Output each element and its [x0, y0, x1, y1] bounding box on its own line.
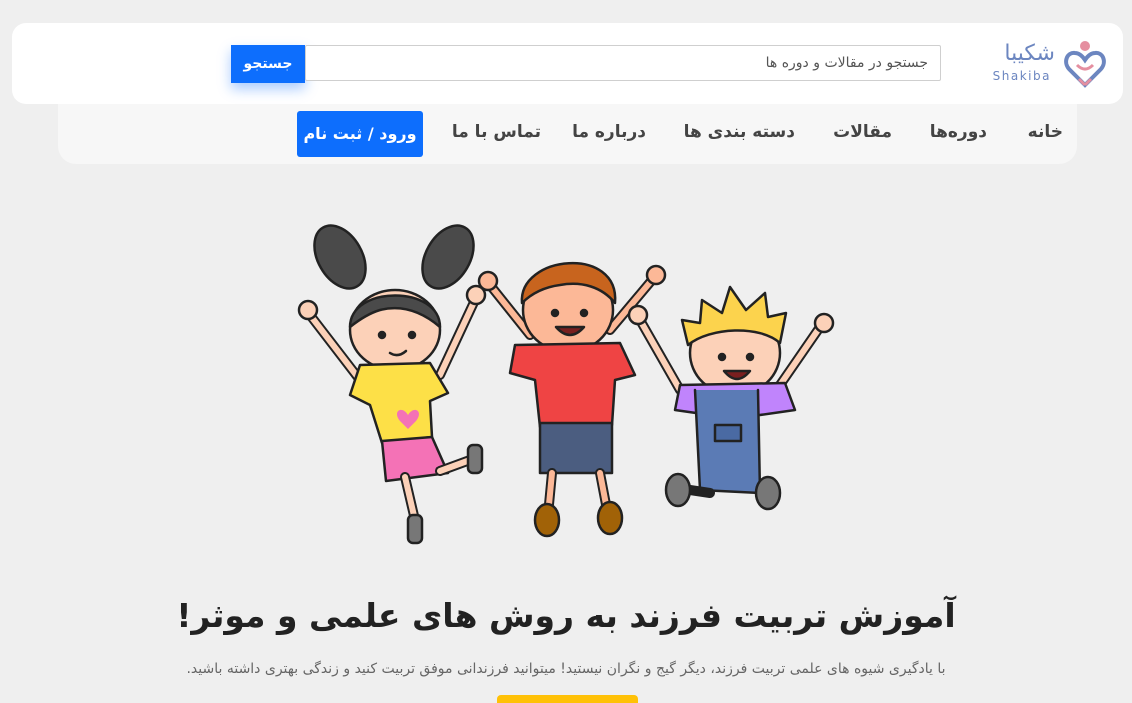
logo-latin: Shakiba — [992, 69, 1051, 83]
cta-button[interactable] — [497, 695, 638, 703]
search-button[interactable]: جستجو — [231, 45, 305, 83]
logo-name: شکیبا — [1004, 41, 1055, 66]
hero-title: آموزش تربیت فرزند به روش های علمی و موثر… — [176, 596, 956, 635]
site-logo[interactable]: شکیبا Shakiba — [977, 37, 1107, 91]
search-form: جستجو جستجو در مقالات و دوره ها — [231, 45, 943, 83]
hero-subtitle: با یادگیری شیوه های علمی تربیت فرزند، دی… — [186, 661, 946, 677]
jumping-kids-illustration — [297, 224, 835, 545]
nav-item-about[interactable]: درباره ما — [572, 122, 646, 142]
search-input[interactable]: جستجو در مقالات و دوره ها — [305, 45, 941, 81]
nav-item-articles[interactable]: مقالات — [833, 122, 892, 142]
main-navigation: خانه دوره‌ها مقالات دسته بندی ها درباره … — [58, 104, 1077, 164]
heart-hands-icon — [1064, 41, 1106, 88]
login-register-button[interactable]: ورود / ثبت نام — [297, 111, 423, 157]
nav-item-contact[interactable]: تماس با ما — [452, 122, 541, 142]
nav-item-courses[interactable]: دوره‌ها — [930, 122, 987, 142]
nav-item-categories[interactable]: دسته بندی ها — [684, 122, 795, 142]
header-bar: جستجو جستجو در مقالات و دوره ها شکیبا Sh… — [12, 23, 1123, 104]
nav-item-home[interactable]: خانه — [1028, 122, 1063, 142]
